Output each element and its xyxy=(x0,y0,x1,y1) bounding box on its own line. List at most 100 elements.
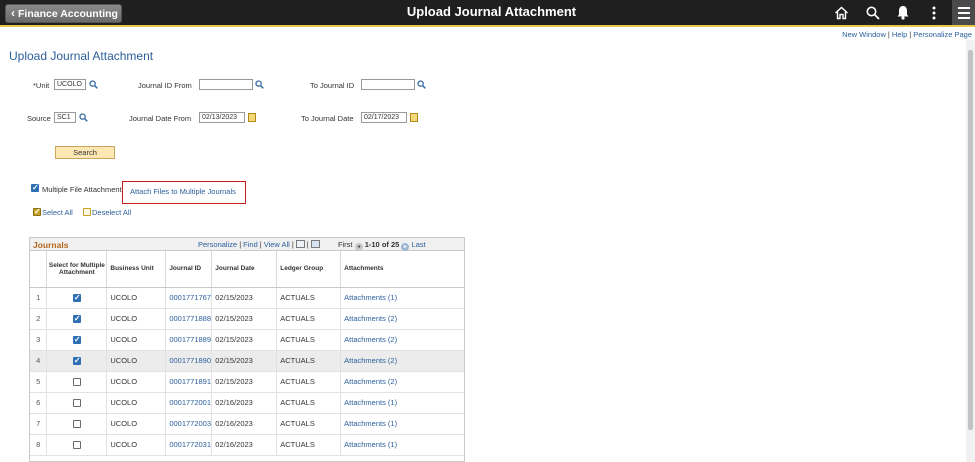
row-number: 6 xyxy=(30,392,48,414)
journal-date-from-calendar-icon[interactable] xyxy=(248,113,256,122)
to-journal-date-label: To Journal Date xyxy=(301,114,354,123)
download-icon[interactable] xyxy=(310,240,320,248)
column-header-journal-id[interactable]: Journal ID xyxy=(165,251,213,288)
to-journal-date-calendar-icon[interactable] xyxy=(410,113,418,122)
page-top-links: New Window | Help | Personalize Page xyxy=(842,30,972,39)
page-scrollbar[interactable] xyxy=(966,40,975,462)
back-button[interactable]: ‹ Finance Accounting xyxy=(5,4,122,23)
attach-files-multiple-journals-link[interactable]: Attach Files to Multiple Journals xyxy=(130,187,236,196)
select-checkbox[interactable] xyxy=(72,420,81,428)
journal-date-cell: 02/15/2023 xyxy=(211,371,278,393)
table-row: 7 UCOLO 0001772003 02/16/2023 ACTUALS Attachm… xyxy=(30,413,464,435)
journal-date-cell: 02/16/2023 xyxy=(211,392,278,414)
attachments-link[interactable]: Attachments (2) xyxy=(340,329,464,351)
deselect-all-link[interactable]: Deselect All xyxy=(92,208,131,217)
select-all-icon[interactable] xyxy=(33,207,41,216)
grid-personalize-link[interactable]: Personalize xyxy=(198,240,237,249)
business-unit-cell: UCOLO xyxy=(106,350,167,372)
column-header-select[interactable]: Select for Multiple Attachment xyxy=(46,251,108,288)
business-unit-cell: UCOLO xyxy=(106,308,167,330)
to-journal-id-label: To Journal ID xyxy=(310,81,355,90)
table-row: 5 UCOLO 0001771891 02/15/2023 ACTUALS Attachm… xyxy=(30,371,464,393)
table-header-row: Select for Multiple Attachment Business … xyxy=(30,251,464,288)
source-label: Source xyxy=(27,114,51,123)
journal-date-cell: 02/15/2023 xyxy=(211,308,278,330)
attachments-link[interactable]: Attachments (1) xyxy=(340,413,464,435)
column-header-journal-date[interactable]: Journal Date xyxy=(211,251,278,288)
journal-id-link[interactable]: 0001771891 xyxy=(165,371,213,393)
deselect-all-icon[interactable] xyxy=(83,208,91,216)
journal-date-cell: 02/16/2023 xyxy=(211,413,278,435)
select-checkbox[interactable] xyxy=(72,441,81,449)
grid-view-all-link[interactable]: View All xyxy=(264,240,290,249)
scrollbar-thumb[interactable] xyxy=(968,50,973,430)
column-header-business-unit[interactable]: Business Unit xyxy=(106,251,167,288)
select-checkbox[interactable] xyxy=(72,335,81,344)
more-options-icon[interactable] xyxy=(931,6,937,20)
attachments-link[interactable]: Attachments (2) xyxy=(340,371,464,393)
journal-id-link[interactable]: 0001771890 xyxy=(165,350,213,372)
table-row: 6 UCOLO 0001772001 02/16/2023 ACTUALS Attachm… xyxy=(30,392,464,414)
select-cell xyxy=(46,329,108,351)
business-unit-cell: UCOLO xyxy=(106,371,167,393)
new-window-link[interactable]: New Window xyxy=(842,30,886,39)
select-checkbox[interactable] xyxy=(72,399,81,407)
select-checkbox[interactable] xyxy=(72,293,81,302)
search-button[interactable]: Search xyxy=(55,146,115,159)
grid-last-link[interactable]: Last xyxy=(412,240,426,249)
help-link[interactable]: Help xyxy=(892,30,907,39)
select-checkbox[interactable] xyxy=(72,356,81,365)
home-icon[interactable] xyxy=(834,6,849,20)
to-journal-date-input[interactable]: 02/17/2023 xyxy=(361,112,407,123)
unit-input[interactable]: UCOLO xyxy=(54,79,86,90)
column-header-ledger-group[interactable]: Ledger Group xyxy=(276,251,342,288)
column-header-row-number xyxy=(30,251,48,288)
source-input[interactable]: SC1 xyxy=(54,112,76,123)
ledger-group-cell: ACTUALS xyxy=(276,287,342,309)
row-number: 3 xyxy=(30,329,48,351)
ledger-group-cell: ACTUALS xyxy=(276,350,342,372)
grid-first-label: First xyxy=(337,240,353,249)
multiple-file-attachment-checkbox[interactable] xyxy=(31,183,39,192)
row-number: 4 xyxy=(30,350,48,372)
previous-row-icon[interactable]: ◂ xyxy=(354,243,363,251)
journal-id-link[interactable]: 0001771889 xyxy=(165,329,213,351)
attachments-link[interactable]: Attachments (2) xyxy=(340,350,464,372)
zoom-icon[interactable] xyxy=(295,240,305,248)
journal-date-from-input[interactable]: 02/13/2023 xyxy=(199,112,245,123)
select-all-link[interactable]: Select All xyxy=(42,208,73,217)
attachments-link[interactable]: Attachments (1) xyxy=(340,434,464,456)
journals-table: Select for Multiple Attachment Business … xyxy=(30,251,464,456)
journal-id-link[interactable]: 0001772003 xyxy=(165,413,213,435)
column-header-attachments[interactable]: Attachments xyxy=(340,251,464,288)
navbar-menu-button[interactable] xyxy=(952,0,975,25)
grid-find-link[interactable]: Find xyxy=(243,240,258,249)
business-unit-cell: UCOLO xyxy=(106,434,167,456)
business-unit-cell: UCOLO xyxy=(106,287,167,309)
attachments-link[interactable]: Attachments (1) xyxy=(340,392,464,414)
unit-lookup-icon[interactable] xyxy=(89,80,98,89)
ledger-group-cell: ACTUALS xyxy=(276,329,342,351)
next-row-icon[interactable]: ▸ xyxy=(401,243,410,251)
personalize-page-link[interactable]: Personalize Page xyxy=(913,30,972,39)
journal-id-link[interactable]: 0001772001 xyxy=(165,392,213,414)
journal-id-from-lookup-icon[interactable] xyxy=(255,80,264,89)
row-number: 1 xyxy=(30,287,48,309)
journal-id-from-input[interactable] xyxy=(199,79,253,90)
to-journal-id-input[interactable] xyxy=(361,79,415,90)
journal-id-link[interactable]: 0001772031 xyxy=(165,434,213,456)
to-journal-id-lookup-icon[interactable] xyxy=(417,80,426,89)
search-icon[interactable] xyxy=(866,6,880,20)
row-number: 2 xyxy=(30,308,48,330)
attachments-link[interactable]: Attachments (2) xyxy=(340,308,464,330)
journal-id-link[interactable]: 0001771767 xyxy=(165,287,213,309)
attachments-link[interactable]: Attachments (1) xyxy=(340,287,464,309)
journal-id-link[interactable]: 0001771888 xyxy=(165,308,213,330)
multiple-file-attachment-label: Multiple File Attachment xyxy=(42,185,122,194)
select-checkbox[interactable] xyxy=(72,314,81,323)
source-lookup-icon[interactable] xyxy=(79,113,88,122)
select-checkbox[interactable] xyxy=(72,378,81,386)
journal-date-cell: 02/16/2023 xyxy=(211,434,278,456)
bell-icon[interactable] xyxy=(896,5,910,20)
unit-label: *Unit xyxy=(33,81,50,90)
